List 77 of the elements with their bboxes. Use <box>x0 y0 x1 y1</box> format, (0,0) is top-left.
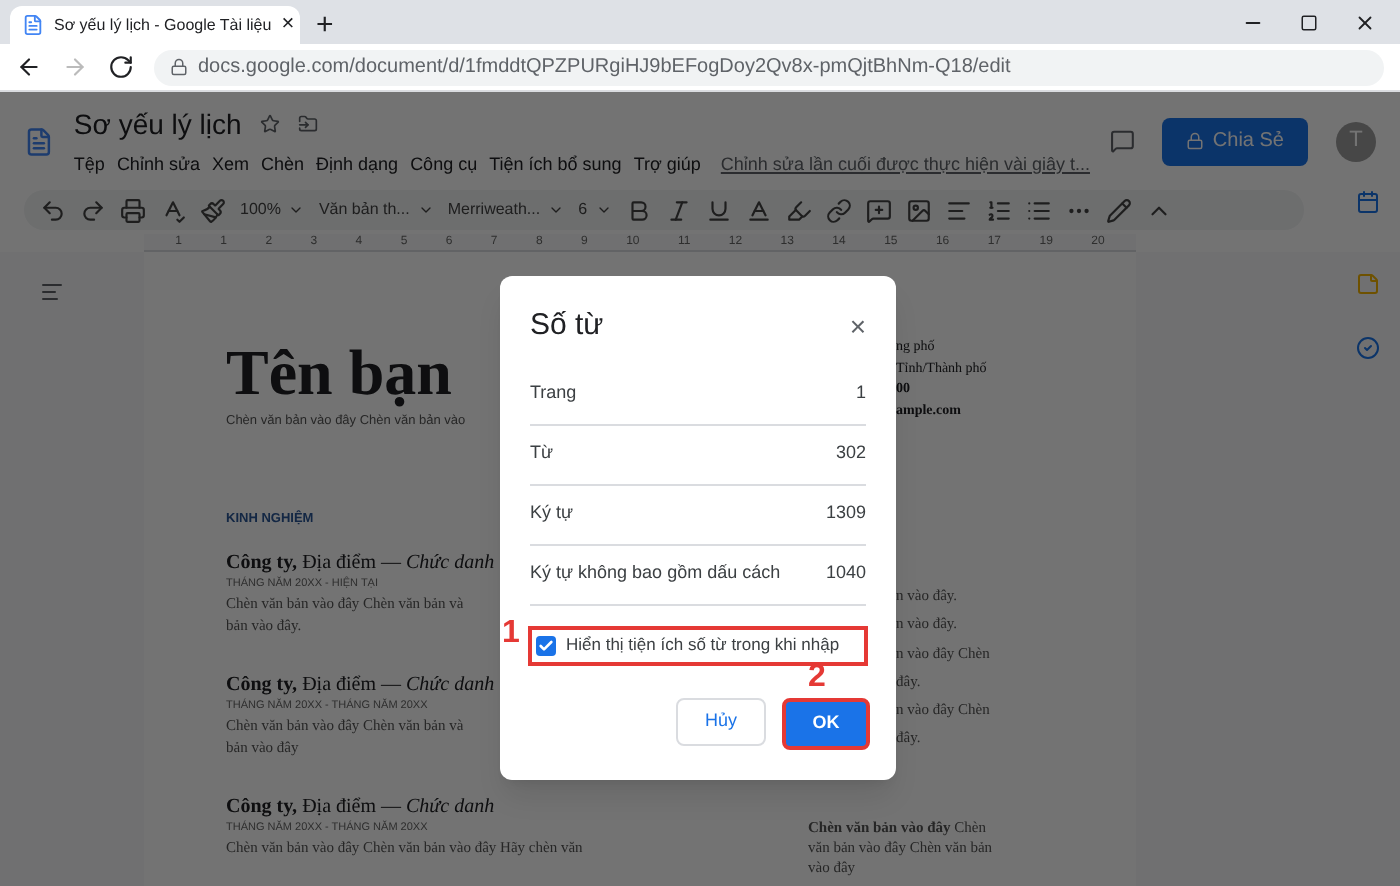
stat-value: 1040 <box>825 560 866 587</box>
stat-label: Ký tự không bao gồm dấu cách <box>530 560 781 587</box>
menu-item[interactable]: Tiện ích bổ sung <box>489 151 622 179</box>
toolbar-dropdown[interactable]: 6 <box>578 198 612 222</box>
align-icon[interactable] <box>945 197 972 223</box>
undo-icon[interactable] <box>40 197 66 223</box>
check-icon <box>538 637 554 653</box>
italic-icon[interactable] <box>665 197 692 223</box>
print-icon[interactable] <box>120 197 146 223</box>
tab-title: Sơ yếu lý lịch - Google Tài liệu <box>54 13 272 37</box>
menu-item[interactable]: Định dạng <box>316 151 399 179</box>
back-icon[interactable] <box>16 54 42 80</box>
dialog-close-button[interactable]: × <box>849 312 866 341</box>
share-button[interactable]: Chia Sẻ <box>1162 117 1308 165</box>
spellcheck-icon[interactable] <box>160 197 186 223</box>
toolbar-dropdown[interactable]: 100% <box>240 198 305 222</box>
folder-icon[interactable] <box>297 114 318 135</box>
entry-title: Công ty, Địa điểm — Chức danh <box>226 795 495 820</box>
close-icon[interactable] <box>1354 11 1376 33</box>
document-icon <box>22 14 44 36</box>
stat-label: Ký tự <box>530 500 574 527</box>
caret-icon <box>548 202 565 218</box>
last-edit-link[interactable]: Chỉnh sửa lần cuối được thực hiện vài giây t... <box>720 151 1090 179</box>
calendar-icon[interactable] <box>1356 190 1380 214</box>
menu-item[interactable]: Tệp <box>73 151 105 179</box>
reload-icon[interactable] <box>108 54 134 80</box>
address-field[interactable]: docs.google.com/document/d/1fmddtQPZPURgiHJ9bEFogDoy2Qv8x-pmQjtBhNm-Q18/edit <box>154 49 1384 85</box>
pencil-icon[interactable] <box>1105 197 1132 223</box>
browser-tab[interactable]: Sơ yếu lý lịch - Google Tài liệu × <box>10 6 300 44</box>
lock-icon <box>1186 132 1205 150</box>
stat-value: 302 <box>835 440 866 467</box>
forward-icon[interactable] <box>62 54 88 80</box>
dialog-title: Số từ <box>530 306 604 346</box>
outline-icon[interactable] <box>40 280 64 304</box>
maximize-icon[interactable] <box>1300 13 1318 31</box>
menu-item[interactable]: Công cụ <box>410 151 478 179</box>
bold-icon[interactable] <box>625 197 652 223</box>
text-color-icon[interactable] <box>745 197 772 223</box>
star-icon[interactable] <box>259 114 280 135</box>
url-text: docs.google.com/document/d/1fmddtQPZPURgiHJ9bEFogDoy2Qv8x-pmQjtBhNm-Q18/edit <box>198 54 1011 82</box>
caret-icon <box>417 202 434 218</box>
redo-icon[interactable] <box>80 197 106 223</box>
document-title[interactable]: Sơ yếu lý lịch <box>73 103 242 146</box>
entry-title: Công ty, Địa điểm — Chức danh <box>226 673 495 698</box>
stat-value: 1 <box>855 380 866 407</box>
paint-format-icon[interactable] <box>200 197 226 223</box>
entry-title: Công ty, Địa điểm — Chức danh <box>226 551 495 576</box>
tasks-icon[interactable] <box>1356 336 1380 360</box>
checkbox[interactable] <box>536 635 556 655</box>
comment-icon[interactable] <box>1109 126 1135 156</box>
stat-label: Từ <box>530 440 554 467</box>
name-heading: Tên bạn <box>226 336 452 408</box>
bulleted-list-icon[interactable] <box>1025 197 1052 223</box>
link-icon[interactable] <box>825 197 852 223</box>
toolbar-dropdown[interactable]: Merriweath... <box>447 198 565 222</box>
menu-item[interactable]: Chỉnh sửa <box>116 151 200 179</box>
caret-icon <box>595 202 612 218</box>
caret-icon <box>288 202 305 218</box>
checkbox-label: Hiển thị tiện ích số từ trong khi nhập <box>566 632 840 658</box>
cancel-button[interactable]: Hủy <box>676 697 766 745</box>
new-tab-button[interactable]: + <box>316 10 334 40</box>
underline-icon[interactable] <box>705 197 732 223</box>
stat-label: Trang <box>530 380 577 407</box>
tab-close-button[interactable]: × <box>281 14 295 36</box>
menu-item[interactable]: Trợ giúp <box>633 151 701 179</box>
lock-icon <box>170 58 188 76</box>
checkbox-row[interactable]: Hiển thị tiện ích số từ trong khi nhập <box>528 625 868 665</box>
ok-button[interactable]: OK <box>782 697 870 749</box>
toolbar-dropdown[interactable]: Văn bản th... <box>318 198 434 222</box>
menu-item[interactable]: Chèn <box>261 151 305 179</box>
step-number: 1 <box>502 618 520 650</box>
menu-item[interactable]: Xem <box>211 151 249 179</box>
add-comment-icon[interactable] <box>865 197 892 223</box>
image-icon[interactable] <box>905 197 932 223</box>
numbered-list-icon[interactable] <box>985 197 1012 223</box>
stat-value: 1309 <box>825 500 866 527</box>
highlight-icon[interactable] <box>785 197 812 223</box>
